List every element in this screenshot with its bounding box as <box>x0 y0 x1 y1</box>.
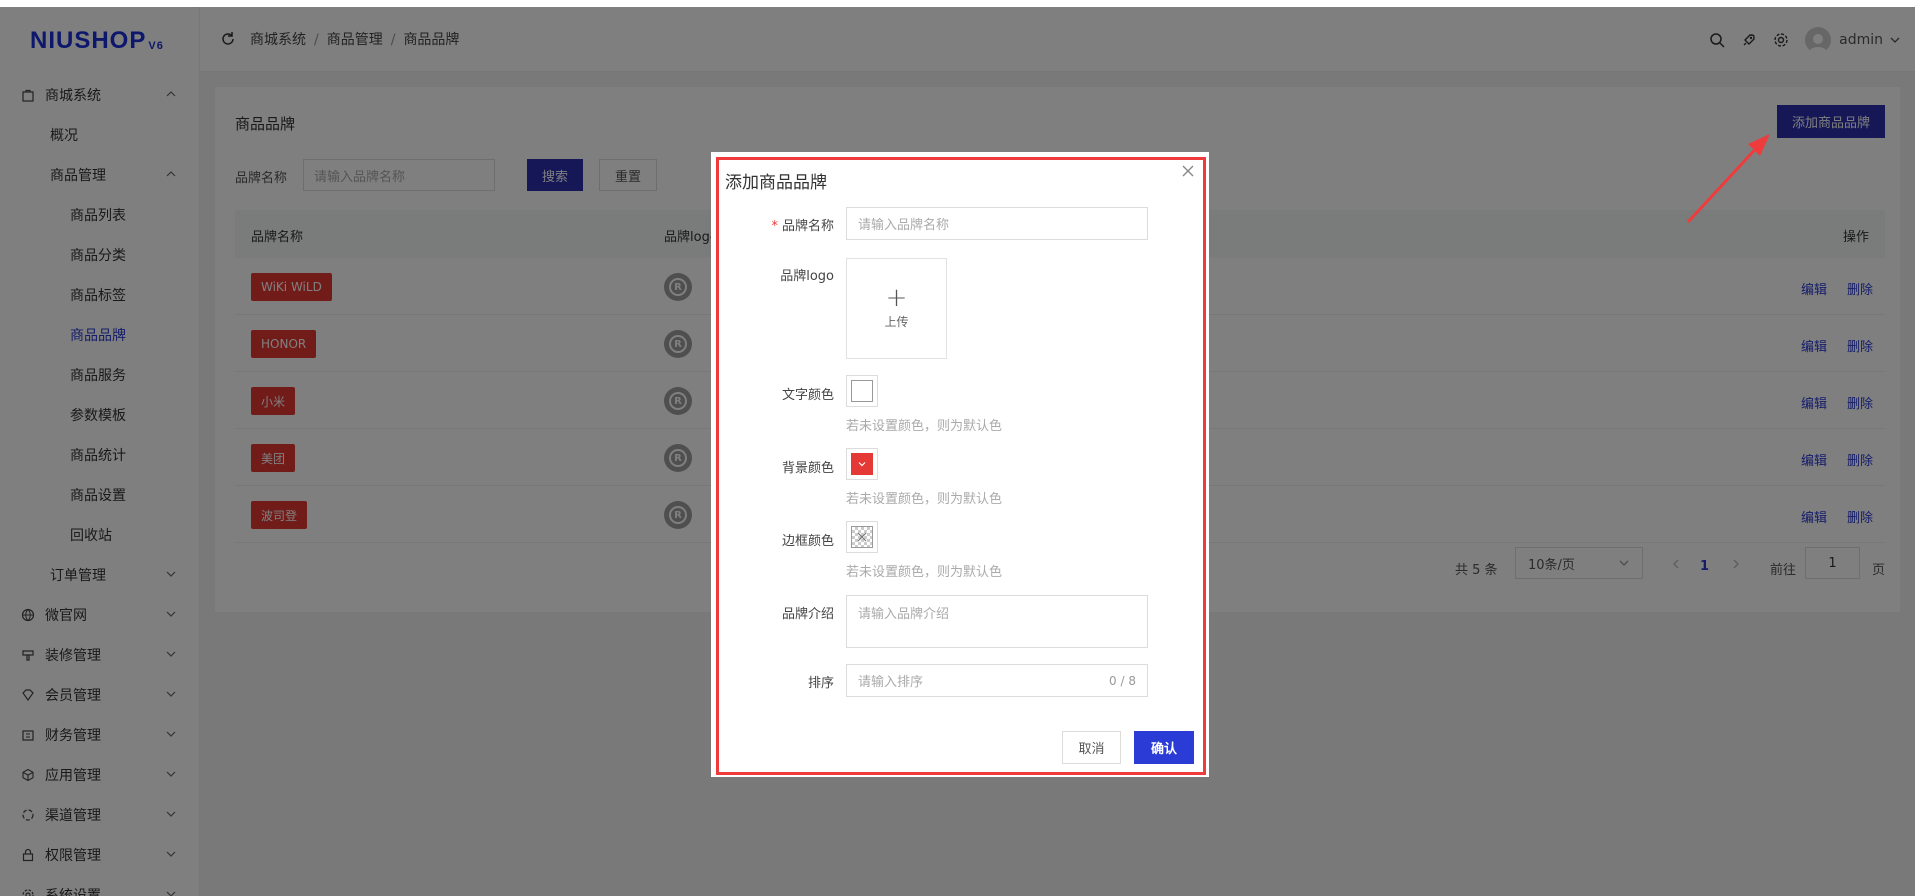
cancel-button[interactable]: 取消 <box>1062 731 1121 764</box>
bg-color-hint: 若未设置颜色，则为默认色 <box>846 492 1003 507</box>
bg-color-label: 背景颜色 <box>781 461 834 476</box>
brand-intro-label: 品牌介绍 <box>781 607 834 622</box>
confirm-button[interactable]: 确认 <box>1134 731 1194 764</box>
char-counter: 0 / 8 <box>1109 673 1136 688</box>
sort-input[interactable]: 请输入排序 0 / 8 <box>846 664 1148 697</box>
color-swatch <box>851 380 873 402</box>
close-icon[interactable] <box>1181 164 1195 178</box>
text-color-label: 文字颜色 <box>781 388 834 403</box>
brand-name-label: * 品牌名称 <box>771 219 834 234</box>
plus-icon: + <box>885 283 908 313</box>
sort-label: 排序 <box>807 676 834 691</box>
border-color-label: 边框颜色 <box>781 534 834 549</box>
transparent-swatch <box>851 526 873 548</box>
text-color-hint: 若未设置颜色，则为默认色 <box>846 419 1003 434</box>
annotation-arrow <box>1686 134 1770 224</box>
border-color-picker[interactable] <box>846 521 878 553</box>
brand-logo-label: 品牌logo <box>780 269 834 284</box>
clear-color-icon <box>857 532 867 542</box>
bg-color-picker[interactable] <box>846 448 878 480</box>
color-swatch <box>851 453 873 475</box>
add-brand-dialog: 添加商品品牌 * 品牌名称 请输入品牌名称 品牌logo + 上传 文字颜色 若未… <box>711 152 1209 777</box>
dialog-title: 添加商品品牌 <box>725 173 827 193</box>
logo-upload-button[interactable]: + 上传 <box>846 258 947 359</box>
brand-intro-textarea[interactable]: 请输入品牌介绍 <box>846 595 1148 648</box>
brand-name-input[interactable]: 请输入品牌名称 <box>846 207 1148 240</box>
top-strip <box>0 0 1915 7</box>
border-color-hint: 若未设置颜色，则为默认色 <box>846 565 1003 580</box>
chevron-down-icon <box>858 462 866 467</box>
text-color-picker[interactable] <box>846 375 878 407</box>
